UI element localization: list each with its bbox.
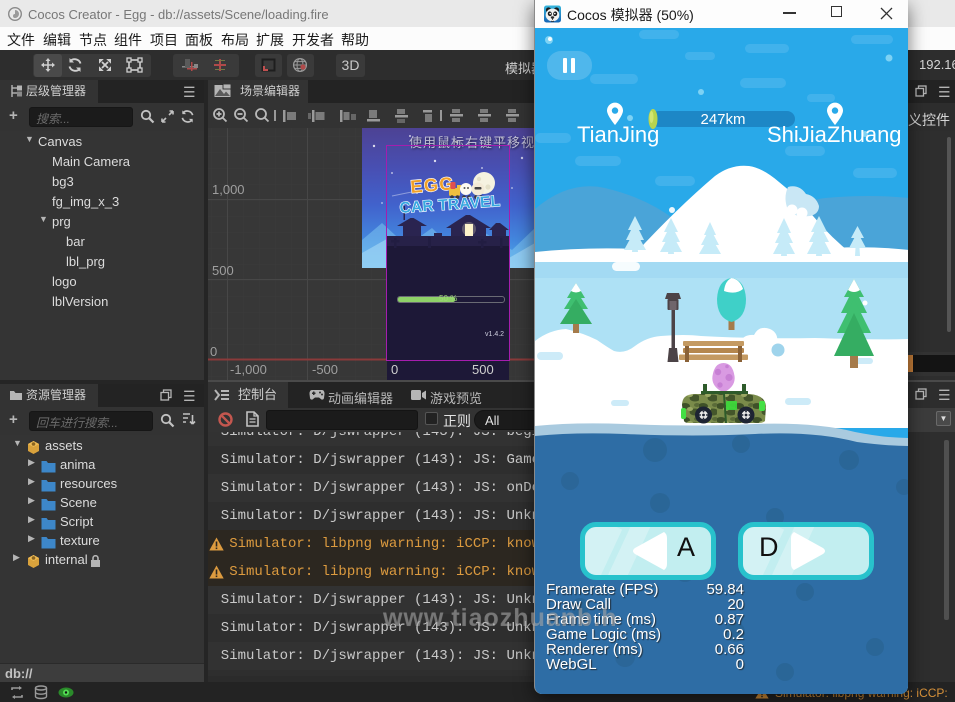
svg-text:EGG: EGG [410,173,456,197]
svg-text:CAR TRAVEL: CAR TRAVEL [399,193,501,217]
